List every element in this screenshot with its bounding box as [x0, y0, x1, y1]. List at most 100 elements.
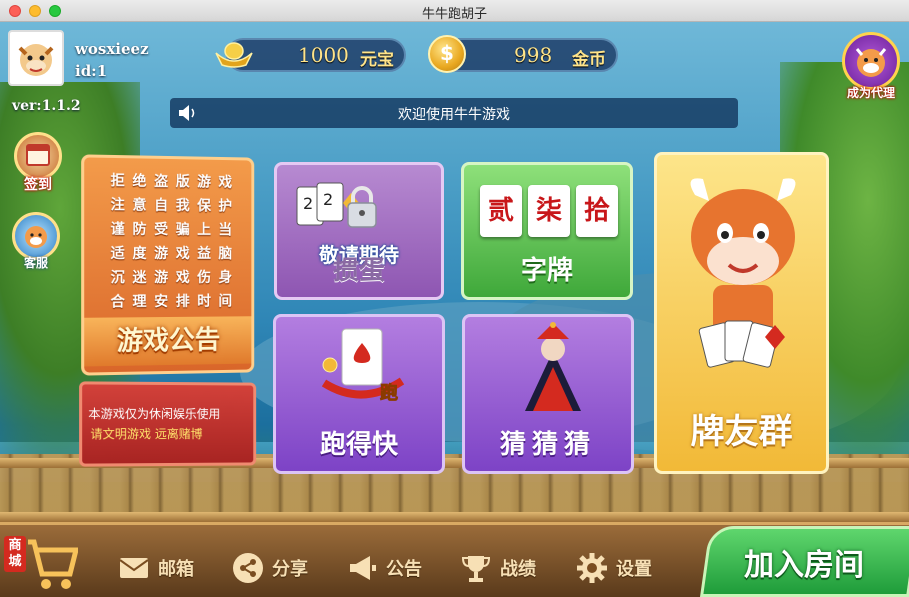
- settings-button[interactable]: 设置: [576, 548, 652, 588]
- zipai-tile: 柒: [528, 185, 570, 237]
- announcement-char: 注: [107, 194, 129, 214]
- app-window: 牛牛跑胡子 wosxieez id:1 ver:1.1.2 1000 元宝 99…: [0, 0, 909, 597]
- title-bar: 牛牛跑胡子: [0, 0, 909, 22]
- announcement-char: 当: [215, 219, 236, 239]
- spade-card-icon: 跑: [316, 323, 408, 409]
- announcement-char: 戏: [172, 267, 193, 287]
- notice-label: 公告: [386, 555, 422, 581]
- gambling-warning: 本游戏仅为休闲娱乐使用 请文明游戏 远离赌博: [79, 381, 256, 466]
- joker-icon: [505, 321, 601, 413]
- announcement-char: 安: [150, 291, 172, 311]
- game-announcement-board[interactable]: 拒绝盗版游戏注意自我保护谨防受骗上当适度游戏益脑沉迷游戏伤身合理安排时间享受健康…: [81, 154, 254, 375]
- warning-line-1: 本游戏仅为休闲娱乐使用: [88, 405, 249, 422]
- announcement-char: 戏: [215, 172, 236, 192]
- notice-button[interactable]: 公告: [346, 548, 422, 588]
- announcement-char: 自: [150, 195, 172, 215]
- share-button[interactable]: 分享: [232, 548, 308, 588]
- trophy-icon: [460, 552, 492, 584]
- sign-in-button[interactable]: [14, 132, 62, 180]
- user-id: id:1: [75, 62, 107, 80]
- announcement-char: 度: [129, 243, 151, 263]
- settings-label: 设置: [616, 555, 652, 581]
- customer-service-button[interactable]: [12, 212, 60, 260]
- announcement-char: 拒: [107, 170, 129, 191]
- game-card-pyq[interactable]: 牌友群: [654, 152, 829, 474]
- announcement-text: 拒绝盗版游戏注意自我保护谨防受骗上当适度游戏益脑沉迷游戏伤身合理安排时间享受健康…: [107, 170, 236, 336]
- cow-mascot-icon: [845, 35, 897, 87]
- announcement-char: 益: [193, 243, 214, 263]
- share-label: 分享: [272, 555, 308, 581]
- announcement-char: 版: [172, 171, 193, 191]
- notice-text: 欢迎使用牛牛游戏: [170, 104, 738, 124]
- game-scene: wosxieez id:1 ver:1.1.2 1000 元宝 998 金币 $…: [0, 22, 909, 597]
- announcement-char: 适: [107, 243, 129, 263]
- game-label-paodekuai: 跑得快: [276, 424, 442, 461]
- lock-icon: [345, 185, 379, 229]
- game-card-paodekuai[interactable]: 跑 跑得快: [273, 314, 445, 474]
- announcement-char: 迷: [129, 267, 151, 287]
- become-agent-button[interactable]: [842, 32, 900, 90]
- cow-avatar-icon: [12, 34, 60, 82]
- join-room-label[interactable]: 加入房间: [724, 540, 884, 584]
- game-label-caicaicai: 猜猜猜: [465, 424, 631, 461]
- announcement-char: 谨: [107, 218, 129, 238]
- ingot-unit: 元宝: [360, 45, 394, 70]
- become-agent-label: 成为代理: [835, 84, 907, 101]
- megaphone-icon: [346, 552, 378, 584]
- announcement-char: 沉: [107, 267, 129, 287]
- record-button[interactable]: 战绩: [460, 548, 536, 588]
- announcement-char: 脑: [215, 243, 236, 263]
- sign-in-label: 签到: [14, 174, 62, 194]
- announcement-char: 排: [172, 291, 193, 311]
- announcement-char: 护: [215, 196, 236, 216]
- game-card-guandan[interactable]: 2 2 敬请期待 掼蛋: [274, 162, 444, 300]
- avatar[interactable]: [8, 30, 64, 86]
- username: wosxieez: [75, 40, 149, 58]
- envelope-icon: [118, 552, 150, 584]
- cow-mascot-cards-icon: [673, 165, 813, 385]
- announcement-char: 游: [150, 267, 172, 287]
- window-title: 牛牛跑胡子: [0, 3, 909, 22]
- announcement-char: 戏: [172, 243, 193, 263]
- announcement-char: 绝: [129, 170, 151, 190]
- announcement-char: 意: [129, 195, 151, 215]
- announcement-char: 保: [193, 195, 214, 215]
- record-label: 战绩: [500, 555, 536, 581]
- announcement-char: 游: [193, 171, 214, 191]
- announcement-title: 游戏公告: [84, 316, 251, 366]
- announcement-char: 防: [129, 219, 151, 239]
- svg-text:2: 2: [323, 190, 333, 209]
- game-card-caicaicai[interactable]: 猜猜猜: [462, 314, 634, 474]
- game-label-pyq: 牌友群: [657, 404, 826, 453]
- ingot-value: 1000: [298, 43, 349, 67]
- announcement-char: 理: [129, 291, 151, 311]
- gear-icon: [576, 552, 608, 584]
- announcement-char: 合: [107, 291, 129, 311]
- shop-label[interactable]: 商城: [4, 536, 26, 572]
- game-card-zipai[interactable]: 贰 柒 拾 字牌: [461, 162, 633, 300]
- announcement-char: 上: [193, 219, 214, 239]
- version-label: ver:1.1.2: [12, 98, 81, 114]
- announcement-char: 游: [150, 243, 172, 263]
- mail-button[interactable]: 邮箱: [118, 548, 194, 588]
- zipai-tile: 拾: [576, 185, 618, 237]
- calendar-icon: [17, 135, 59, 177]
- share-icon: [232, 552, 264, 584]
- announcement-char: 身: [215, 267, 236, 287]
- svg-text:2: 2: [303, 194, 313, 213]
- coin-value: 998: [514, 43, 552, 67]
- customer-service-label: 客服: [12, 254, 60, 271]
- zipai-tiles: 贰 柒 拾: [480, 185, 618, 237]
- announcement-char: 骗: [172, 219, 193, 239]
- warning-line-2: 请文明游戏 远离赌博: [90, 425, 249, 442]
- gold-ingot-icon: [214, 39, 254, 69]
- run-badge: 跑: [380, 382, 398, 404]
- coin-balance[interactable]: 998 金币: [440, 38, 618, 72]
- mail-label: 邮箱: [158, 555, 194, 581]
- game-label-guandan: 掼蛋: [277, 250, 441, 287]
- announcement-char: 间: [215, 291, 236, 311]
- announcement-char: 受: [150, 219, 172, 239]
- coin-unit: 金币: [572, 45, 606, 70]
- zipai-tile: 贰: [480, 185, 522, 237]
- cow-service-icon: [15, 215, 57, 257]
